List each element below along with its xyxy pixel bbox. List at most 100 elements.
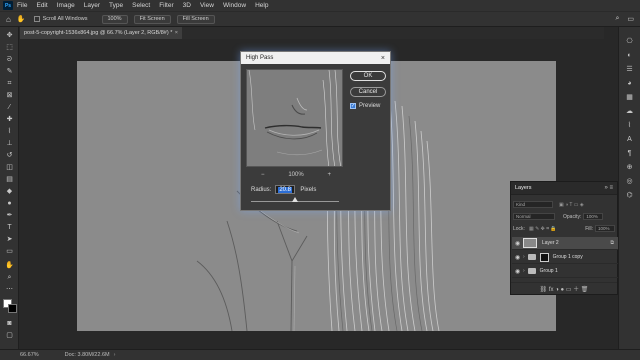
opacity-field[interactable]: 100% xyxy=(583,213,604,220)
eye-icon[interactable]: ◉ xyxy=(515,240,523,247)
menu-filter[interactable]: Filter xyxy=(159,2,173,9)
properties-panel-icon[interactable]: ☰ xyxy=(624,65,635,74)
menu-3d[interactable]: 3D xyxy=(183,2,191,9)
eyedropper-tool-icon[interactable]: ⁄ xyxy=(4,103,15,112)
photoshop-logo: Ps xyxy=(3,1,13,10)
zoom-in-icon[interactable]: + xyxy=(327,172,331,178)
dialog-titlebar[interactable]: High Pass × xyxy=(241,52,390,64)
adjustments-panel-icon[interactable]: ◐ xyxy=(624,51,635,60)
layer-row-group-1[interactable]: ◉ › Group 1 xyxy=(512,265,618,278)
marquee-tool-icon[interactable]: ⬚ xyxy=(4,43,15,52)
filter-icons[interactable]: ▣ ◑ T ▭ ◈ xyxy=(559,202,584,208)
fill-screen-button[interactable]: Fill Screen xyxy=(176,14,215,24)
menu-image[interactable]: Image xyxy=(57,2,75,9)
zoom-level[interactable]: 66.67% xyxy=(20,352,39,358)
menu-edit[interactable]: Edit xyxy=(36,2,47,9)
preview-check-box[interactable]: ✓ xyxy=(350,103,356,109)
lock-icons[interactable]: ▦ ✎ ✥ ⌗ 🔒 xyxy=(529,226,557,232)
chevron-right-icon[interactable]: › xyxy=(523,254,525,260)
channels-panel-icon[interactable]: ◎ xyxy=(624,177,635,186)
fit-screen-button[interactable]: Fit Screen xyxy=(133,14,171,24)
radius-value[interactable]: 20.8 xyxy=(278,186,293,193)
menu-file[interactable]: File xyxy=(17,2,27,9)
paragraph-panel-icon[interactable]: ¶ xyxy=(624,149,635,158)
screen-mode-icon[interactable]: ▢ xyxy=(4,331,15,340)
zoom-tool-icon[interactable]: ⌕ xyxy=(4,273,15,282)
zoom-out-icon[interactable]: − xyxy=(261,172,265,178)
history-panel-icon[interactable]: ⎔ xyxy=(624,37,635,46)
pen-tool-icon[interactable]: ✒ xyxy=(4,211,15,220)
layer-row-group-1-copy[interactable]: ◉ › Group 1 copy xyxy=(512,251,618,264)
rectangle-tool-icon[interactable]: ▭ xyxy=(4,247,15,256)
eye-icon[interactable]: ◉ xyxy=(515,254,523,261)
home-icon[interactable]: ⌂ xyxy=(6,15,11,24)
paths-panel-icon[interactable]: ⌬ xyxy=(624,191,635,200)
edit-toolbar-icon[interactable]: ⋯ xyxy=(4,285,15,294)
brush-panel-icon[interactable]: ⌇ xyxy=(624,121,635,130)
swatches-panel-icon[interactable]: ▦ xyxy=(624,93,635,102)
layer-actions-icons[interactable]: ⛓ fx ◑ ● ▭ ＋ 🗑 xyxy=(540,284,589,293)
move-tool-icon[interactable]: ✥ xyxy=(4,31,15,40)
menu-layer[interactable]: Layer xyxy=(84,2,100,9)
crop-tool-icon[interactable]: ⌗ xyxy=(4,79,15,88)
kind-filter-select[interactable]: Kind xyxy=(513,201,553,208)
clone-stamp-tool-icon[interactable]: ⊥ xyxy=(4,139,15,148)
ok-button[interactable]: OK xyxy=(350,71,386,81)
gradient-tool-icon[interactable]: ▤ xyxy=(4,175,15,184)
layer-name[interactable]: Layer 2 xyxy=(542,240,559,246)
menu-type[interactable]: Type xyxy=(109,2,123,9)
blend-mode-select[interactable]: Normal xyxy=(513,213,555,220)
glyphs-panel-icon[interactable]: ⊕ xyxy=(624,163,635,172)
menu-view[interactable]: View xyxy=(200,2,214,9)
preview-checkbox[interactable]: ✓ Preview xyxy=(350,103,380,109)
fill-field[interactable]: 100% xyxy=(595,225,615,232)
layer-name[interactable]: Group 1 copy xyxy=(553,254,583,260)
hand-tool-icon[interactable]: ✋ xyxy=(4,261,15,270)
search-icon[interactable]: ⌕ xyxy=(615,15,619,23)
healing-brush-tool-icon[interactable]: ✚ xyxy=(4,115,15,124)
quick-mask-icon[interactable]: ◙ xyxy=(4,319,15,328)
scroll-all-windows-checkbox[interactable]: Scroll All Windows xyxy=(33,16,88,22)
layer-row-layer-2[interactable]: ◉ Layer 2 ⧉ xyxy=(512,237,618,250)
eraser-tool-icon[interactable]: ◫ xyxy=(4,163,15,172)
blur-tool-icon[interactable]: ◆ xyxy=(4,187,15,196)
menu-window[interactable]: Window xyxy=(223,2,246,9)
layer-mask-thumbnail[interactable] xyxy=(539,252,549,262)
background-color-swatch[interactable] xyxy=(8,304,17,313)
chevron-right-icon[interactable]: › xyxy=(114,352,116,358)
quick-select-tool-icon[interactable]: ✎ xyxy=(4,67,15,76)
menu-help[interactable]: Help xyxy=(255,2,268,9)
checkbox-box[interactable] xyxy=(33,16,40,22)
hand-tool-icon[interactable]: ✋ xyxy=(17,15,26,23)
close-icon[interactable]: × xyxy=(175,30,178,36)
radius-input[interactable]: 20.8 xyxy=(275,185,296,194)
high-pass-dialog: High Pass × OK Cancel ✓ Preview − 100% + xyxy=(240,51,391,211)
menu-select[interactable]: Select xyxy=(132,2,150,9)
character-panel-icon[interactable]: A xyxy=(624,135,635,144)
frame-tool-icon[interactable]: ⊠ xyxy=(4,91,15,100)
document-tab[interactable]: post-5-copyright-1536x864.jpg @ 66.7% (L… xyxy=(20,27,182,39)
close-icon[interactable]: × xyxy=(381,55,385,62)
dodge-tool-icon[interactable]: ● xyxy=(4,199,15,208)
layer-name[interactable]: Group 1 xyxy=(540,268,558,274)
path-selection-tool-icon[interactable]: ➤ xyxy=(4,235,15,244)
radius-slider[interactable] xyxy=(251,197,339,202)
eye-icon[interactable]: ◉ xyxy=(515,268,523,275)
chevron-right-icon[interactable]: › xyxy=(523,268,525,274)
filter-preview[interactable] xyxy=(246,69,343,167)
workspace-icon[interactable]: ▭ xyxy=(627,15,634,23)
type-tool-icon[interactable]: T xyxy=(4,223,15,232)
history-brush-tool-icon[interactable]: ↺ xyxy=(4,151,15,160)
lasso-tool-icon[interactable]: ᘐ xyxy=(4,55,15,64)
libraries-panel-icon[interactable]: ☁ xyxy=(624,107,635,116)
panel-menu-icon[interactable]: » ≡ xyxy=(604,185,613,191)
zoom-100-button[interactable]: 100% xyxy=(101,14,128,24)
smart-filter-icon: ⧉ xyxy=(610,240,614,246)
layers-panel-title[interactable]: Layers xyxy=(515,185,532,191)
menu-bar: Ps File Edit Image Layer Type Select Fil… xyxy=(0,0,640,11)
cancel-button[interactable]: Cancel xyxy=(350,87,386,97)
options-bar: ⌂ ✋ Scroll All Windows 100% Fit Screen F… xyxy=(0,11,640,27)
brush-tool-icon[interactable]: ⌇ xyxy=(4,127,15,136)
color-panel-icon[interactable]: ◕ xyxy=(624,79,635,88)
radius-slider-thumb[interactable] xyxy=(292,197,298,202)
